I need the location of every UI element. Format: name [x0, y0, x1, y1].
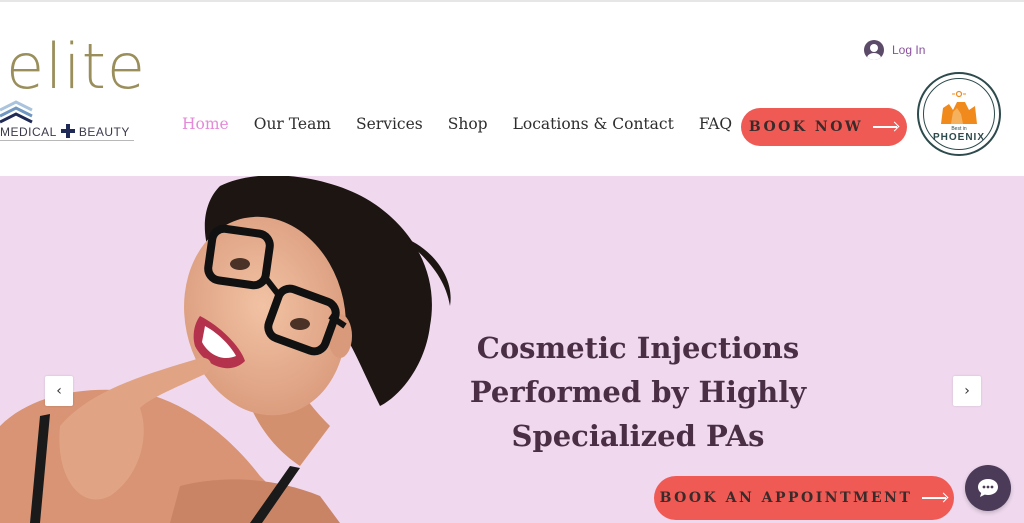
- nav-item-services[interactable]: Services: [356, 115, 423, 133]
- chevron-right-icon: ›: [964, 383, 970, 399]
- book-appointment-label: BOOK AN APPOINTMENT: [659, 490, 913, 506]
- book-now-button[interactable]: BOOK NOW: [741, 108, 907, 146]
- logo-beauty: BEAUTY: [78, 125, 130, 139]
- nav-item-shop[interactable]: Shop: [448, 115, 488, 133]
- site-header: elite MEDICAL BEAUTY Log In Home Our Team…: [0, 2, 1024, 176]
- hero-slider: Cosmetic Injections Performed by Highly …: [0, 176, 1024, 523]
- hero-title-line-3: Specialized PAs: [511, 419, 765, 453]
- chat-button[interactable]: [965, 465, 1011, 511]
- hero-woman-image: [0, 176, 451, 523]
- user-avatar-icon: [864, 40, 884, 60]
- logo-underline: [0, 140, 134, 141]
- book-now-label: BOOK NOW: [748, 119, 864, 135]
- nav-item-our-team[interactable]: Our Team: [254, 115, 331, 133]
- hero-title-line-2: Performed by Highly: [469, 375, 807, 409]
- nav-item-home[interactable]: Home: [182, 115, 229, 133]
- chevron-left-icon: ‹: [56, 383, 62, 399]
- arrow-right-icon: [922, 493, 948, 503]
- logo-subtitle: MEDICAL BEAUTY: [0, 124, 130, 139]
- elite-logo[interactable]: elite MEDICAL BEAUTY: [0, 36, 145, 146]
- nav-item-locations-contact[interactable]: Locations & Contact: [513, 115, 674, 133]
- hero-title: Cosmetic Injections Performed by Highly …: [458, 326, 818, 458]
- logo-chevrons-icon: [0, 100, 33, 124]
- hero-title-line-1: Cosmetic Injections: [476, 331, 800, 365]
- best-in-phoenix-badge: Best in PHOENIX: [917, 72, 1001, 156]
- slider-next-button[interactable]: ›: [953, 376, 981, 406]
- book-appointment-button[interactable]: BOOK AN APPOINTMENT: [654, 476, 954, 520]
- badge-skyline-icon: [941, 90, 977, 124]
- arrow-right-icon: [873, 122, 899, 132]
- badge-city: PHOENIX: [932, 132, 985, 143]
- nav-item-faq[interactable]: FAQ: [699, 115, 732, 133]
- login-label: Log In: [892, 43, 926, 57]
- chat-bubble-icon: [978, 479, 998, 497]
- login-link[interactable]: Log In: [864, 40, 925, 60]
- logo-medical: MEDICAL: [0, 125, 57, 139]
- main-nav: Home Our Team Services Shop Locations & …: [182, 115, 757, 133]
- medical-cross-icon: [60, 124, 75, 138]
- logo-wordmark: elite: [6, 30, 147, 103]
- slider-prev-button[interactable]: ‹: [45, 376, 73, 406]
